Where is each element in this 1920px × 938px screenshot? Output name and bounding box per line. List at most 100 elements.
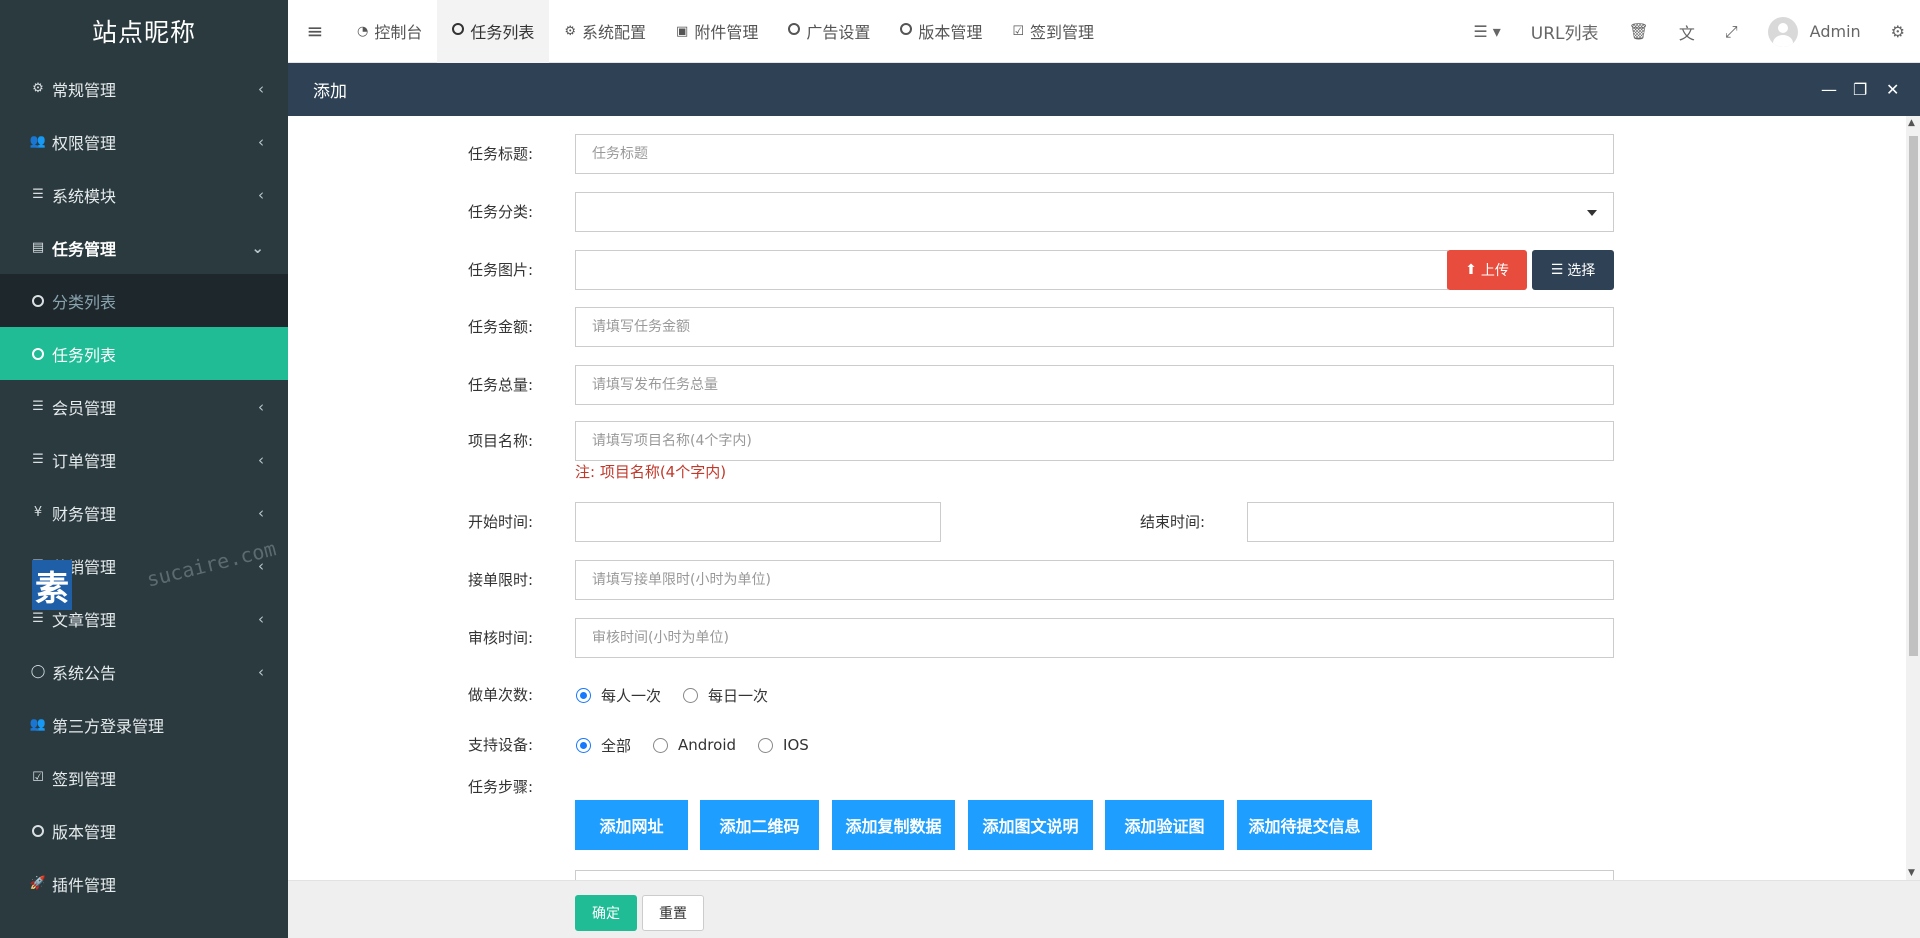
sidebar-item-orders[interactable]: ☰ 订单管理 ‹ (0, 433, 288, 486)
sidebar-item-category-list[interactable]: 分类列表 (0, 274, 288, 327)
sidebar-item-label: 财务管理 (52, 504, 117, 524)
fullscreen-icon[interactable]: ⤢ (1710, 0, 1753, 63)
user-menu[interactable]: Admin (1753, 0, 1876, 63)
sidebar-item-third-party-login[interactable]: 👥 第三方登录管理 (0, 698, 288, 751)
sidebar-item-version[interactable]: 版本管理 (0, 804, 288, 857)
form-row-amount: 任务金额: 请填写任务金额 (288, 307, 1906, 347)
end-label: 结束时间: (1140, 513, 1206, 531)
device-radio-group: 全部 Android IOS (576, 725, 831, 765)
sidebar-item-marketing[interactable]: ☰ 营销管理 ‹ (0, 539, 288, 592)
image-input[interactable] (575, 250, 1448, 290)
sidebar-item-tasks[interactable]: ▤ 任务管理 ⌄ (0, 221, 288, 274)
sidebar-menu: ⚙ 常规管理 ‹ 👥 权限管理 ‹ ☰ 系统模块 ‹ ▤ 任务管理 ⌄ 分类列表 (0, 62, 288, 910)
radio-device-all[interactable]: 全部 (576, 735, 631, 756)
amount-input[interactable]: 请填写任务金额 (575, 307, 1614, 347)
add-copy-data-button[interactable]: 添加复制数据 (832, 800, 955, 850)
trash-icon[interactable]: 🗑 (1614, 0, 1664, 63)
radio-once-per-day[interactable]: 每日一次 (683, 685, 768, 706)
limit-label: 接单限时: (468, 571, 534, 589)
modal-header: 添加 — ❐ ✕ (288, 63, 1920, 116)
sidebar-item-articles[interactable]: ☰ 文章管理 ‹ (0, 592, 288, 645)
tab-ads[interactable]: 广告设置 (773, 0, 885, 63)
device-label: 支持设备: (468, 736, 534, 754)
category-select[interactable] (575, 192, 1614, 232)
sidebar-item-permissions[interactable]: 👥 权限管理 ‹ (0, 115, 288, 168)
sidebar-item-plugins[interactable]: 🚀 插件管理 (0, 857, 288, 910)
language-icon[interactable]: 文 (1664, 0, 1710, 63)
choose-button[interactable]: ☰ 选择 (1532, 250, 1614, 290)
chevron-down-icon: ⌄ (251, 238, 264, 257)
calendar-check-icon: ☑ (32, 770, 44, 785)
sidebar-item-members[interactable]: ☰ 会员管理 ‹ (0, 380, 288, 433)
sidebar-item-modules[interactable]: ☰ 系统模块 ‹ (0, 168, 288, 221)
tab-label: 广告设置 (806, 23, 871, 42)
tab-attachments[interactable]: ▣ 附件管理 (661, 0, 773, 63)
sidebar-item-announcements[interactable]: ◯ 系统公告 ‹ (0, 645, 288, 698)
category-label: 任务分类: (468, 203, 534, 221)
add-image-text-button[interactable]: 添加图文说明 (968, 800, 1093, 850)
navbar-tools: ☰ ▾ URL列表 🗑 文 ⤢ Admin ⚙ (1458, 0, 1920, 63)
scroll-down-icon[interactable]: ▼ (1908, 868, 1915, 878)
tab-task-list[interactable]: 任务列表 (437, 0, 550, 63)
top-navbar: ≡ ◔ 控制台 任务列表 ⚙ 系统配置 ▣ 附件管理 广告设置 版本管理 ☑ 签… (288, 0, 1920, 63)
add-pending-info-button[interactable]: 添加待提交信息 (1237, 800, 1372, 850)
upload-button[interactable]: ⬆ 上传 (1447, 250, 1527, 290)
radio-label: 每人一次 (601, 686, 662, 705)
sidebar-item-label: 权限管理 (52, 133, 117, 153)
list-icon: ☰ (32, 187, 44, 202)
radio-device-ios[interactable]: IOS (758, 736, 809, 754)
title-input[interactable]: 任务标题 (575, 134, 1614, 174)
form-row-limit: 接单限时: 请填写接单限时(小时为单位) (288, 560, 1906, 600)
menu-toggle-icon[interactable]: ≡ (288, 0, 342, 63)
review-input[interactable]: 审核时间(小时为单位) (575, 618, 1614, 658)
tab-signin[interactable]: ☑ 签到管理 (997, 0, 1109, 63)
project-input[interactable]: 请填写项目名称(4个字内) (575, 421, 1614, 461)
chevron-left-icon: ‹ (258, 185, 264, 204)
total-input[interactable]: 请填写发布任务总量 (575, 365, 1614, 405)
scroll-thumb[interactable] (1909, 136, 1918, 656)
scroll-up-icon[interactable]: ▲ (1908, 118, 1915, 128)
sidebar-item-label: 插件管理 (52, 875, 117, 895)
add-qrcode-button[interactable]: 添加二维码 (700, 800, 819, 850)
settings-icon[interactable]: ⚙ (1876, 0, 1920, 63)
site-logo-title[interactable]: 站点昵称 (0, 0, 288, 62)
modal-body: 任务标题: 任务标题 任务分类: 任务图片: ⬆ 上传 ☰ 选择 任务金额: 请… (288, 116, 1906, 880)
sidebar-item-label: 常规管理 (52, 80, 117, 100)
end-time-input[interactable] (1247, 502, 1614, 542)
tab-label: 附件管理 (694, 23, 759, 42)
tab-label: 版本管理 (918, 23, 983, 42)
tabs-dropdown-icon[interactable]: ☰ ▾ (1458, 0, 1515, 63)
start-time-input[interactable] (575, 502, 941, 542)
limit-input[interactable]: 请填写接单限时(小时为单位) (575, 560, 1614, 600)
form-row-time: 开始时间: 结束时间: (288, 502, 1906, 542)
sidebar-item-general[interactable]: ⚙ 常规管理 ‹ (0, 62, 288, 115)
sidebar-item-finance[interactable]: ¥ 财务管理 ‹ (0, 486, 288, 539)
sidebar-item-signin[interactable]: ☑ 签到管理 (0, 751, 288, 804)
sidebar-item-task-list[interactable]: 任务列表 (0, 327, 288, 380)
form-row-image: 任务图片: ⬆ 上传 ☰ 选择 (288, 250, 1906, 290)
add-url-button[interactable]: 添加网址 (575, 800, 688, 850)
chevron-left-icon: ‹ (258, 397, 264, 416)
sidebar-item-label: 文章管理 (52, 610, 117, 630)
minimize-icon[interactable]: — (1821, 63, 1837, 116)
sidebar-submenu-tasks: 分类列表 任务列表 (0, 274, 288, 380)
modal-scrollbar[interactable]: ▲ ▼ (1906, 116, 1920, 880)
tab-dashboard[interactable]: ◔ 控制台 (342, 0, 437, 63)
reset-button[interactable]: 重置 (642, 895, 704, 931)
times-radio-group: 每人一次 每日一次 (576, 675, 790, 715)
add-verify-image-button[interactable]: 添加验证图 (1105, 800, 1224, 850)
confirm-button[interactable]: 确定 (575, 895, 637, 931)
radio-once-per-person[interactable]: 每人一次 (576, 685, 661, 706)
tab-label: 任务列表 (470, 23, 535, 42)
tab-system-config[interactable]: ⚙ 系统配置 (549, 0, 661, 63)
radio-unchecked-icon (653, 737, 669, 753)
close-icon[interactable]: ✕ (1886, 63, 1899, 116)
url-list-link[interactable]: URL列表 (1516, 0, 1614, 63)
sidebar-item-label: 订单管理 (52, 451, 117, 471)
calendar-check-icon: ☑ (1012, 23, 1025, 39)
maximize-icon[interactable]: ❐ (1853, 63, 1867, 116)
comment-icon: ◯ (30, 664, 46, 679)
tab-version[interactable]: 版本管理 (885, 0, 997, 63)
radio-device-android[interactable]: Android (653, 736, 736, 754)
project-label: 项目名称: (468, 432, 534, 450)
